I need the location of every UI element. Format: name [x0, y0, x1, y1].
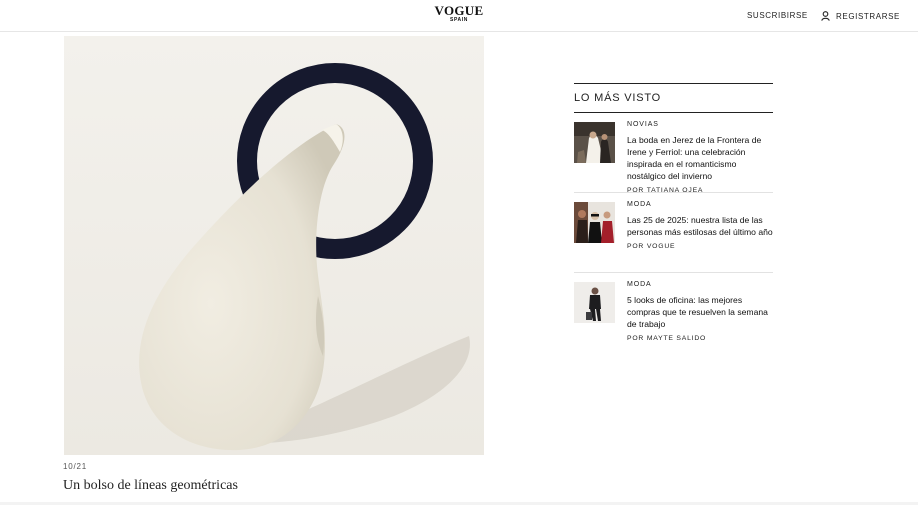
register-button[interactable]: REGISTRARSE — [821, 10, 900, 22]
story-item[interactable]: NOVIAS La boda en Jerez de la Frontera d… — [574, 113, 773, 194]
gallery-image[interactable] — [64, 36, 484, 455]
story-thumbnail[interactable] — [574, 202, 615, 243]
gallery-caption: Un bolso de líneas geométricas — [63, 478, 238, 493]
story-item[interactable]: MODA Las 25 de 2025: nuestra lista de la… — [574, 193, 773, 273]
story-author[interactable]: POR VOGUE — [627, 243, 773, 250]
story-category[interactable]: MODA — [627, 281, 773, 288]
gallery-counter: 10/21 — [63, 462, 88, 471]
sidebar-title: LO MÁS VISTO — [574, 84, 773, 113]
story-thumbnail[interactable] — [574, 282, 615, 323]
subscribe-link[interactable]: SUSCRIBIRSE — [747, 11, 808, 20]
bag-photo — [64, 36, 484, 455]
story-category[interactable]: MODA — [627, 201, 773, 208]
story-title[interactable]: Las 25 de 2025: nuestra lista de las per… — [627, 214, 773, 238]
story-title[interactable]: 5 looks de oficina: las mejores compras … — [627, 294, 773, 330]
story-item[interactable]: MODA 5 looks de oficina: las mejores com… — [574, 273, 773, 353]
most-viewed-sidebar: LO MÁS VISTO NOVIAS La boda en Jerez de … — [574, 83, 773, 353]
site-header: VOGUE SPAIN SUSCRIBIRSE REGISTRARSE — [0, 0, 918, 32]
register-label: REGISTRARSE — [836, 11, 900, 21]
story-category[interactable]: NOVIAS — [627, 121, 773, 128]
user-icon — [821, 11, 830, 21]
story-title[interactable]: La boda en Jerez de la Frontera de Irene… — [627, 134, 773, 182]
story-author[interactable]: POR MAYTE SALIDO — [627, 335, 773, 342]
story-thumbnail[interactable] — [574, 122, 615, 163]
